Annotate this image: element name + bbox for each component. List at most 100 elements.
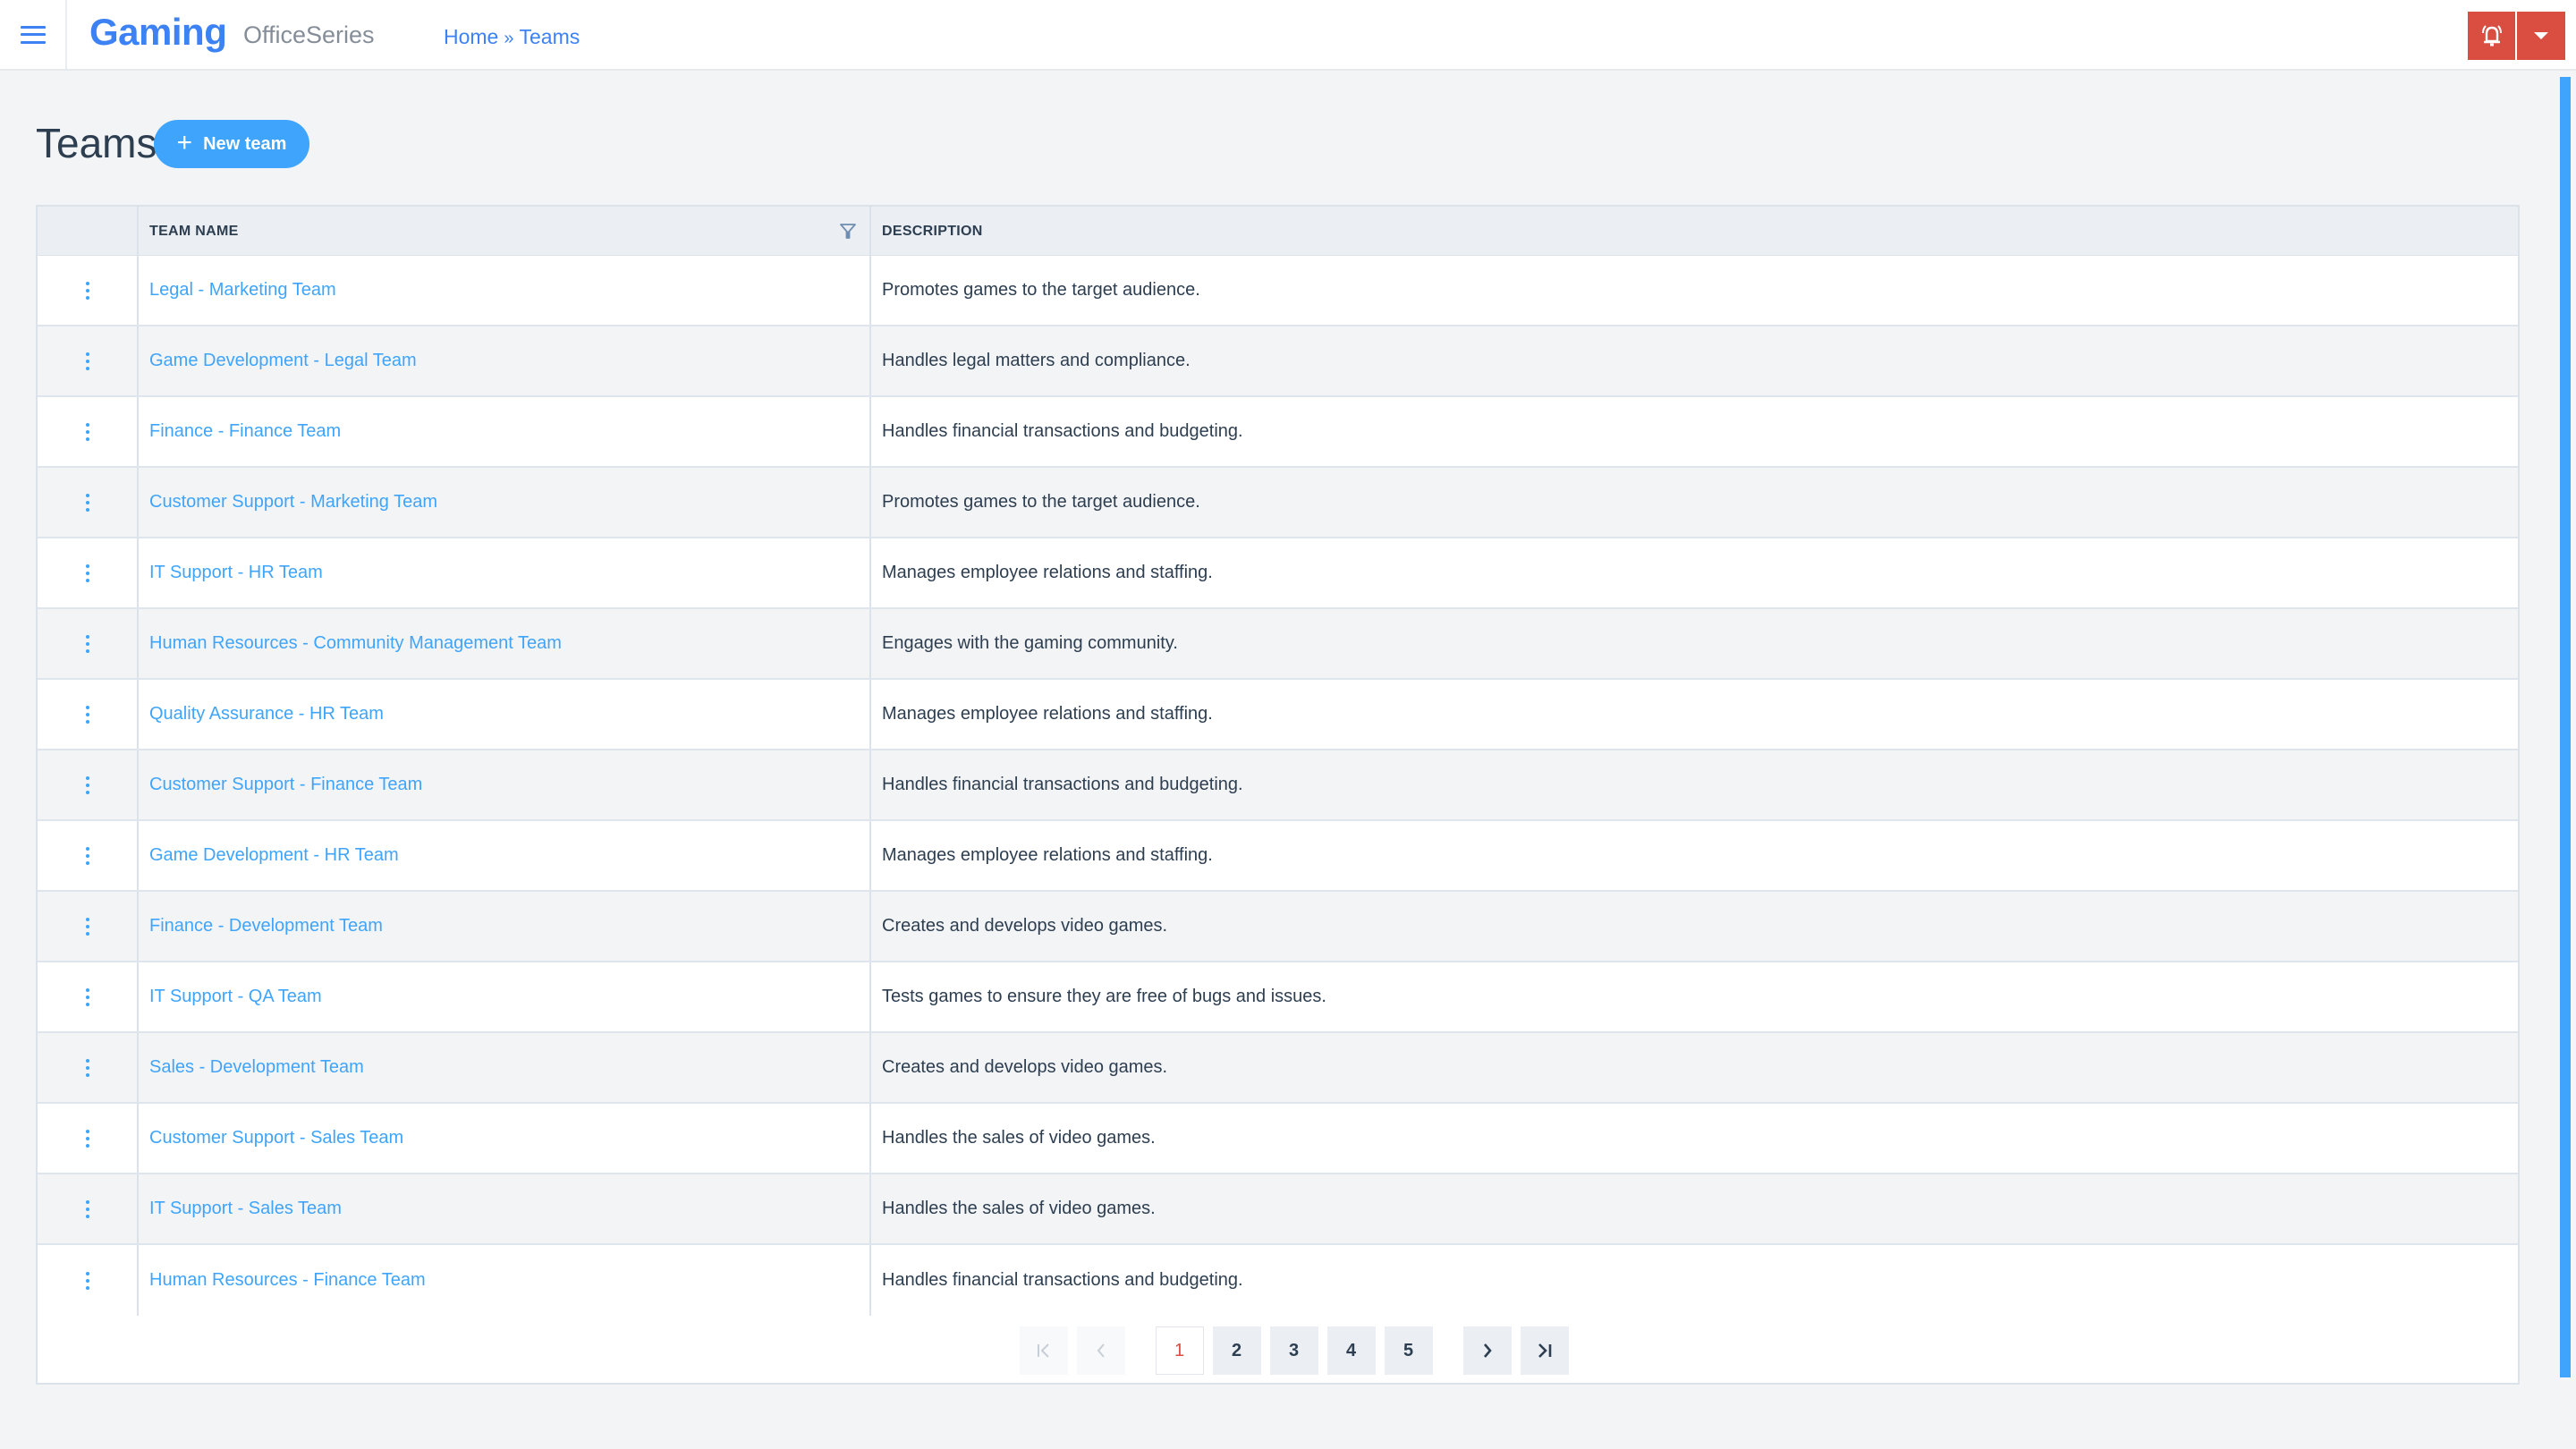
row-actions-button[interactable] bbox=[38, 892, 139, 961]
breadcrumb-separator: » bbox=[504, 29, 514, 48]
table-row: Human Resources - Finance Team Handles fi… bbox=[38, 1245, 2518, 1316]
team-name-link[interactable]: Customer Support - Finance Team bbox=[149, 775, 422, 795]
team-description-cell: Manages employee relations and staffing. bbox=[882, 704, 1213, 724]
more-vertical-icon bbox=[85, 917, 89, 936]
row-actions-button[interactable] bbox=[38, 680, 139, 749]
first-page-button[interactable] bbox=[1019, 1326, 1068, 1375]
team-name-cell: Finance - Finance Team bbox=[139, 397, 871, 466]
row-actions-button[interactable] bbox=[38, 397, 139, 466]
table-row: Human Resources - Community Management T… bbox=[38, 609, 2518, 680]
more-vertical-icon bbox=[85, 564, 89, 582]
next-page-button[interactable] bbox=[1462, 1326, 1512, 1375]
more-vertical-icon bbox=[85, 281, 89, 300]
team-name-link[interactable]: Finance - Finance Team bbox=[149, 421, 341, 442]
team-description-cell: Manages employee relations and staffing. bbox=[882, 563, 1213, 582]
table-row: Customer Support - Sales Team Handles the… bbox=[38, 1104, 2518, 1174]
caret-down-icon bbox=[2534, 32, 2548, 39]
team-description-cell: Handles legal matters and compliance. bbox=[882, 351, 1191, 370]
more-vertical-icon bbox=[85, 987, 89, 1006]
more-vertical-icon bbox=[85, 634, 89, 653]
team-name-cell: Quality Assurance - HR Team bbox=[139, 680, 871, 749]
column-header-description-label: DESCRIPTION bbox=[882, 223, 983, 239]
team-name-cell: Game Development - Legal Team bbox=[139, 326, 871, 395]
team-name-link[interactable]: IT Support - HR Team bbox=[149, 563, 323, 583]
team-description-cell: Handles the sales of video games. bbox=[882, 1128, 1156, 1148]
app-brand[interactable]: Gaming bbox=[89, 11, 227, 54]
breadcrumb-home[interactable]: Home bbox=[444, 25, 498, 49]
row-actions-button[interactable] bbox=[38, 538, 139, 607]
team-name-link[interactable]: Finance - Development Team bbox=[149, 916, 383, 936]
table-row: IT Support - QA Team Tests games to ensur… bbox=[38, 962, 2518, 1033]
team-name-link[interactable]: Game Development - Legal Team bbox=[149, 351, 417, 371]
table-row: Game Development - HR Team Manages employ… bbox=[38, 821, 2518, 892]
row-actions-button[interactable] bbox=[38, 256, 139, 325]
team-name-link[interactable]: Quality Assurance - HR Team bbox=[149, 704, 384, 724]
row-actions-button[interactable] bbox=[38, 1033, 139, 1102]
teams-table: TEAM NAME DESCRIPTION Legal - Marketing … bbox=[36, 205, 2520, 1385]
pagination: 12345 bbox=[38, 1326, 2518, 1376]
new-team-label: New team bbox=[203, 133, 287, 154]
team-name-link[interactable]: IT Support - Sales Team bbox=[149, 1199, 342, 1219]
more-vertical-icon bbox=[85, 493, 89, 512]
plus-icon: + bbox=[176, 127, 193, 157]
table-row: IT Support - HR Team Manages employee rel… bbox=[38, 538, 2518, 609]
page-button-3[interactable]: 3 bbox=[1269, 1326, 1318, 1375]
breadcrumb: Home » Teams bbox=[444, 25, 580, 49]
first-page-icon bbox=[1037, 1343, 1049, 1358]
row-actions-button[interactable] bbox=[38, 326, 139, 395]
last-page-icon bbox=[1538, 1343, 1551, 1358]
next-page-icon bbox=[1483, 1343, 1492, 1358]
team-name-link[interactable]: Sales - Development Team bbox=[149, 1057, 364, 1078]
breadcrumb-teams[interactable]: Teams bbox=[519, 25, 580, 49]
team-name-link[interactable]: Customer Support - Sales Team bbox=[149, 1128, 403, 1148]
team-name-cell: Customer Support - Sales Team bbox=[139, 1104, 871, 1173]
column-header-team-name[interactable]: TEAM NAME bbox=[139, 207, 871, 256]
row-actions-button[interactable] bbox=[38, 962, 139, 1031]
table-body: Legal - Marketing Team Promotes games to … bbox=[38, 256, 2518, 1316]
page-button-5[interactable]: 5 bbox=[1384, 1326, 1433, 1375]
team-name-link[interactable]: IT Support - QA Team bbox=[149, 987, 322, 1007]
team-name-cell: Game Development - HR Team bbox=[139, 821, 871, 890]
row-actions-button[interactable] bbox=[38, 609, 139, 678]
page-button-4[interactable]: 4 bbox=[1326, 1326, 1376, 1375]
team-name-cell: Customer Support - Finance Team bbox=[139, 750, 871, 819]
row-actions-button[interactable] bbox=[38, 1104, 139, 1173]
page-button-1[interactable]: 1 bbox=[1155, 1326, 1204, 1375]
team-description-cell: Handles financial transactions and budge… bbox=[882, 421, 1243, 441]
team-name-link[interactable]: Human Resources - Community Management T… bbox=[149, 633, 562, 654]
notifications-button[interactable] bbox=[2468, 12, 2515, 60]
row-actions-button[interactable] bbox=[38, 1245, 139, 1316]
table-row: Quality Assurance - HR Team Manages emplo… bbox=[38, 680, 2518, 750]
filter-icon[interactable] bbox=[839, 222, 857, 240]
team-description-cell: Handles financial transactions and budge… bbox=[882, 1270, 1243, 1290]
menu-toggle-button[interactable] bbox=[0, 0, 67, 69]
page-button-2[interactable]: 2 bbox=[1212, 1326, 1261, 1375]
row-actions-button[interactable] bbox=[38, 1174, 139, 1243]
team-description-cell: Creates and develops video games. bbox=[882, 916, 1168, 936]
team-name-link[interactable]: Customer Support - Marketing Team bbox=[149, 492, 437, 513]
top-bar: Gaming OfficeSeries Home » Teams bbox=[0, 0, 2576, 71]
prev-page-icon bbox=[1097, 1343, 1105, 1358]
team-name-link[interactable]: Human Resources - Finance Team bbox=[149, 1270, 426, 1291]
more-vertical-icon bbox=[85, 1058, 89, 1077]
row-actions-button[interactable] bbox=[38, 750, 139, 819]
table-row: Legal - Marketing Team Promotes games to … bbox=[38, 256, 2518, 326]
row-actions-button[interactable] bbox=[38, 468, 139, 537]
more-vertical-icon bbox=[85, 1271, 89, 1290]
team-name-link[interactable]: Legal - Marketing Team bbox=[149, 280, 336, 301]
vertical-scrollbar[interactable] bbox=[2560, 77, 2571, 1377]
more-vertical-icon bbox=[85, 1199, 89, 1218]
team-name-link[interactable]: Game Development - HR Team bbox=[149, 845, 399, 866]
app-subbrand: OfficeSeries bbox=[243, 21, 375, 48]
team-description-cell: Promotes games to the target audience. bbox=[882, 492, 1200, 512]
last-page-button[interactable] bbox=[1520, 1326, 1569, 1375]
new-team-button[interactable]: + New team bbox=[154, 120, 309, 168]
prev-page-button[interactable] bbox=[1076, 1326, 1125, 1375]
page-title: Teams bbox=[36, 120, 157, 166]
row-actions-button[interactable] bbox=[38, 821, 139, 890]
team-name-cell: Legal - Marketing Team bbox=[139, 256, 871, 325]
column-header-description[interactable]: DESCRIPTION bbox=[871, 207, 2520, 256]
table-row: Customer Support - Marketing Team Promote… bbox=[38, 468, 2518, 538]
team-name-cell: Finance - Development Team bbox=[139, 892, 871, 961]
user-menu-dropdown-button[interactable] bbox=[2517, 12, 2565, 60]
